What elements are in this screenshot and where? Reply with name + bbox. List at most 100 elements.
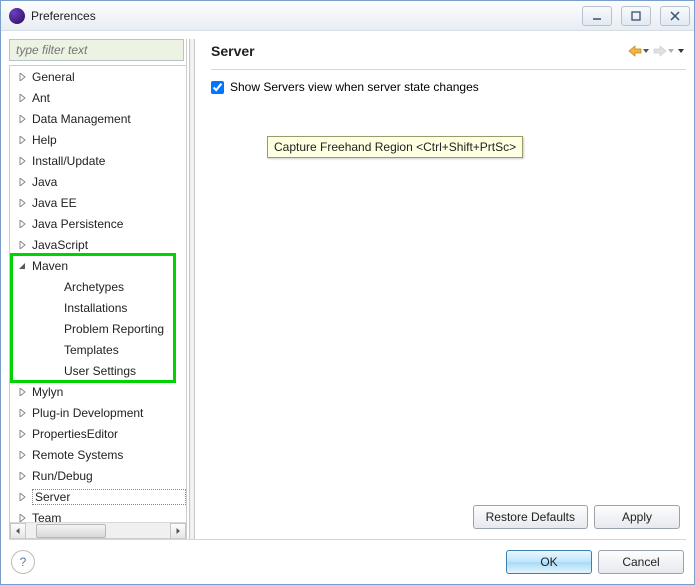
- twisty-collapsed-icon[interactable]: [16, 449, 28, 461]
- chevron-down-icon: [668, 48, 674, 54]
- tree-item-label: Maven: [32, 259, 186, 273]
- twisty-collapsed-icon[interactable]: [16, 134, 28, 146]
- twisty-collapsed-icon[interactable]: [16, 113, 28, 125]
- tree-item-mylyn[interactable]: Mylyn: [10, 381, 186, 402]
- view-menu-button[interactable]: [676, 46, 686, 56]
- screenshot-tooltip: Capture Freehand Region <Ctrl+Shift+PrtS…: [267, 136, 523, 158]
- tree-item-problem-reporting[interactable]: Problem Reporting: [10, 318, 186, 339]
- horizontal-scrollbar[interactable]: [10, 522, 186, 538]
- twisty-collapsed-icon[interactable]: [16, 176, 28, 188]
- tree-item-install-update[interactable]: Install/Update: [10, 150, 186, 171]
- tree-item-plug-in-development[interactable]: Plug-in Development: [10, 402, 186, 423]
- twisty-collapsed-icon[interactable]: [16, 239, 28, 251]
- tree-item-team[interactable]: Team: [10, 507, 186, 522]
- preferences-dialog: Preferences GeneralAntData ManagementHel…: [0, 0, 695, 585]
- scrollbar-track[interactable]: [26, 523, 170, 539]
- twisty-collapsed-icon[interactable]: [16, 491, 28, 503]
- show-servers-checkbox-row[interactable]: Show Servers view when server state chan…: [211, 80, 686, 94]
- tree-item-javascript[interactable]: JavaScript: [10, 234, 186, 255]
- maximize-icon: [630, 10, 642, 22]
- tree-item-label: Run/Debug: [32, 469, 186, 483]
- scrollbar-thumb[interactable]: [36, 524, 106, 538]
- help-button[interactable]: ?: [11, 550, 35, 574]
- left-pane: General Ant Data Management Help Install/Upd…: [9, 39, 187, 539]
- twisty-collapsed-icon[interactable]: [16, 218, 28, 230]
- page-title: Server: [211, 43, 626, 59]
- tree-item-label: Java EE: [32, 196, 186, 210]
- twisty-collapsed-icon[interactable]: [16, 197, 28, 209]
- right-pane: Server Show Servers view when server sta…: [197, 39, 686, 539]
- tree-item-ant[interactable]: Ant: [10, 87, 186, 108]
- tree-item-installations[interactable]: Installations: [10, 297, 186, 318]
- twisty-collapsed-icon[interactable]: [16, 386, 28, 398]
- tree-item-templates[interactable]: Templates: [10, 339, 186, 360]
- chevron-down-icon: [678, 48, 684, 54]
- twisty-none: [48, 365, 60, 377]
- restore-defaults-button[interactable]: Restore Defaults: [473, 505, 588, 529]
- tree-item-server[interactable]: Server: [10, 486, 186, 507]
- tree-item-label: JavaScript: [32, 238, 186, 252]
- tree-item-label: Archetypes: [64, 280, 186, 294]
- nav-back-button[interactable]: [626, 43, 651, 59]
- tree-item-maven[interactable]: Maven: [10, 255, 186, 276]
- tree-item-label: Server: [32, 489, 186, 505]
- page-header: Server: [211, 39, 686, 70]
- twisty-none: [48, 281, 60, 293]
- tree-item-java[interactable]: Java: [10, 171, 186, 192]
- minimize-button[interactable]: [582, 6, 612, 26]
- chevron-right-icon: [174, 527, 182, 535]
- tree-item-label: Install/Update: [32, 154, 186, 168]
- twisty-collapsed-icon[interactable]: [16, 470, 28, 482]
- tree-item-label: Java Persistence: [32, 217, 186, 231]
- twisty-collapsed-icon[interactable]: [16, 155, 28, 167]
- tree-item-label: Java: [32, 175, 186, 189]
- tree-item-user-settings[interactable]: User Settings: [10, 360, 186, 381]
- filter-box[interactable]: [9, 39, 184, 61]
- scroll-left-button[interactable]: [10, 523, 26, 539]
- tree-item-help[interactable]: Help: [10, 129, 186, 150]
- twisty-none: [48, 344, 60, 356]
- tree-item-data-management[interactable]: Data Management: [10, 108, 186, 129]
- preferences-tree[interactable]: General Ant Data Management Help Install/Upd…: [10, 66, 186, 522]
- arrow-forward-icon: [653, 45, 667, 57]
- twisty-none: [48, 302, 60, 314]
- twisty-collapsed-icon[interactable]: [16, 71, 28, 83]
- tree-item-label: Installations: [64, 301, 186, 315]
- twisty-collapsed-icon[interactable]: [16, 92, 28, 104]
- arrow-back-icon: [628, 45, 642, 57]
- tree-item-label: Templates: [64, 343, 186, 357]
- tree-item-java-ee[interactable]: Java EE: [10, 192, 186, 213]
- tree-item-label: Help: [32, 133, 186, 147]
- twisty-collapsed-icon[interactable]: [16, 407, 28, 419]
- tree-item-label: Problem Reporting: [64, 322, 186, 336]
- tree-item-label: General: [32, 70, 186, 84]
- app-icon: [9, 8, 25, 24]
- apply-button[interactable]: Apply: [594, 505, 680, 529]
- tree-item-general[interactable]: General: [10, 66, 186, 87]
- tree-item-label: User Settings: [64, 364, 186, 378]
- tree-item-java-persistence[interactable]: Java Persistence: [10, 213, 186, 234]
- show-servers-checkbox[interactable]: [211, 81, 224, 94]
- sash-handle[interactable]: [189, 39, 195, 539]
- filter-input[interactable]: [14, 42, 179, 58]
- ok-button[interactable]: OK: [506, 550, 592, 574]
- tree-item-label: Data Management: [32, 112, 186, 126]
- tree-item-label: Team: [32, 511, 186, 523]
- twisty-collapsed-icon[interactable]: [16, 512, 28, 523]
- chevron-down-icon: [643, 48, 649, 54]
- twisty-collapsed-icon[interactable]: [16, 428, 28, 440]
- tree-item-remote-systems[interactable]: Remote Systems: [10, 444, 186, 465]
- nav-forward-button[interactable]: [651, 43, 676, 59]
- close-button[interactable]: [660, 6, 690, 26]
- tree-item-propertieseditor[interactable]: PropertiesEditor: [10, 423, 186, 444]
- tree-item-archetypes[interactable]: Archetypes: [10, 276, 186, 297]
- tree-item-run-debug[interactable]: Run/Debug: [10, 465, 186, 486]
- maximize-button[interactable]: [621, 6, 651, 26]
- help-icon: ?: [20, 555, 27, 569]
- page-content: Show Servers view when server state chan…: [211, 80, 686, 499]
- twisty-expanded-icon[interactable]: [16, 260, 28, 272]
- cancel-button[interactable]: Cancel: [598, 550, 684, 574]
- chevron-left-icon: [14, 527, 22, 535]
- scroll-right-button[interactable]: [170, 523, 186, 539]
- close-icon: [669, 10, 681, 22]
